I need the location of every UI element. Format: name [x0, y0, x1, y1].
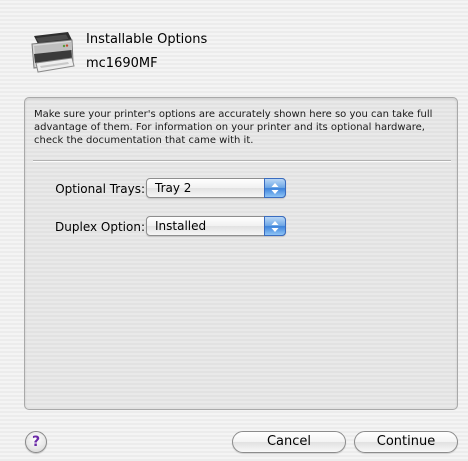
printer-model-name: mc1690MF	[86, 56, 158, 71]
duplex-option-value: Installed	[155, 219, 207, 233]
duplex-option-label: Duplex Option:	[55, 220, 145, 234]
dialog-header: Installable Options mc1690MF	[28, 24, 448, 84]
up-down-arrows-icon[interactable]	[264, 178, 286, 198]
separator	[33, 160, 451, 162]
options-description: Make sure your printer's options are acc…	[34, 109, 433, 146]
duplex-option-popup[interactable]: Installed	[146, 216, 286, 236]
cancel-button[interactable]: Cancel	[232, 431, 346, 453]
duplex-option-row: Duplex Option: Installed	[25, 216, 325, 238]
continue-button[interactable]: Continue	[354, 431, 458, 453]
help-button[interactable]: ?	[25, 431, 47, 453]
optional-trays-value: Tray 2	[155, 181, 192, 195]
printer-icon	[28, 28, 76, 74]
optional-trays-popup[interactable]: Tray 2	[146, 178, 286, 198]
optional-trays-label: Optional Trays:	[55, 182, 145, 196]
optional-trays-row: Optional Trays: Tray 2	[25, 178, 325, 200]
dialog-title: Installable Options	[86, 32, 208, 47]
up-down-arrows-icon[interactable]	[264, 216, 286, 236]
options-group-box: Make sure your printer's options are acc…	[24, 97, 458, 410]
